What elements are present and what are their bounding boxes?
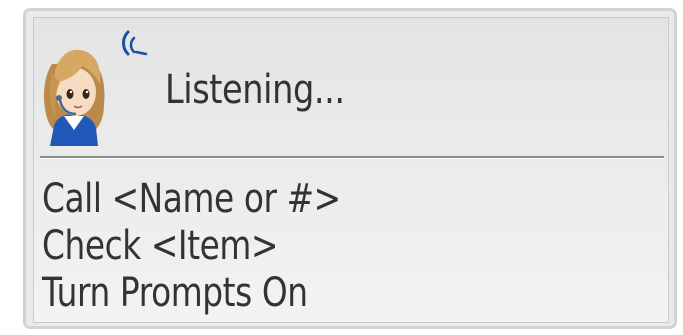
command-check[interactable]: Check <Item> <box>42 223 341 270</box>
voice-wave-icon <box>122 30 148 56</box>
assistant-avatar-icon <box>44 49 105 146</box>
listening-status: Listening... <box>165 67 345 113</box>
command-turn-prompts-on[interactable]: Turn Prompts On <box>42 270 341 317</box>
command-list: Call <Name or #> Check <Item> Turn Promp… <box>42 176 406 317</box>
divider <box>40 156 664 159</box>
command-call[interactable]: Call <Name or #> <box>42 176 341 223</box>
